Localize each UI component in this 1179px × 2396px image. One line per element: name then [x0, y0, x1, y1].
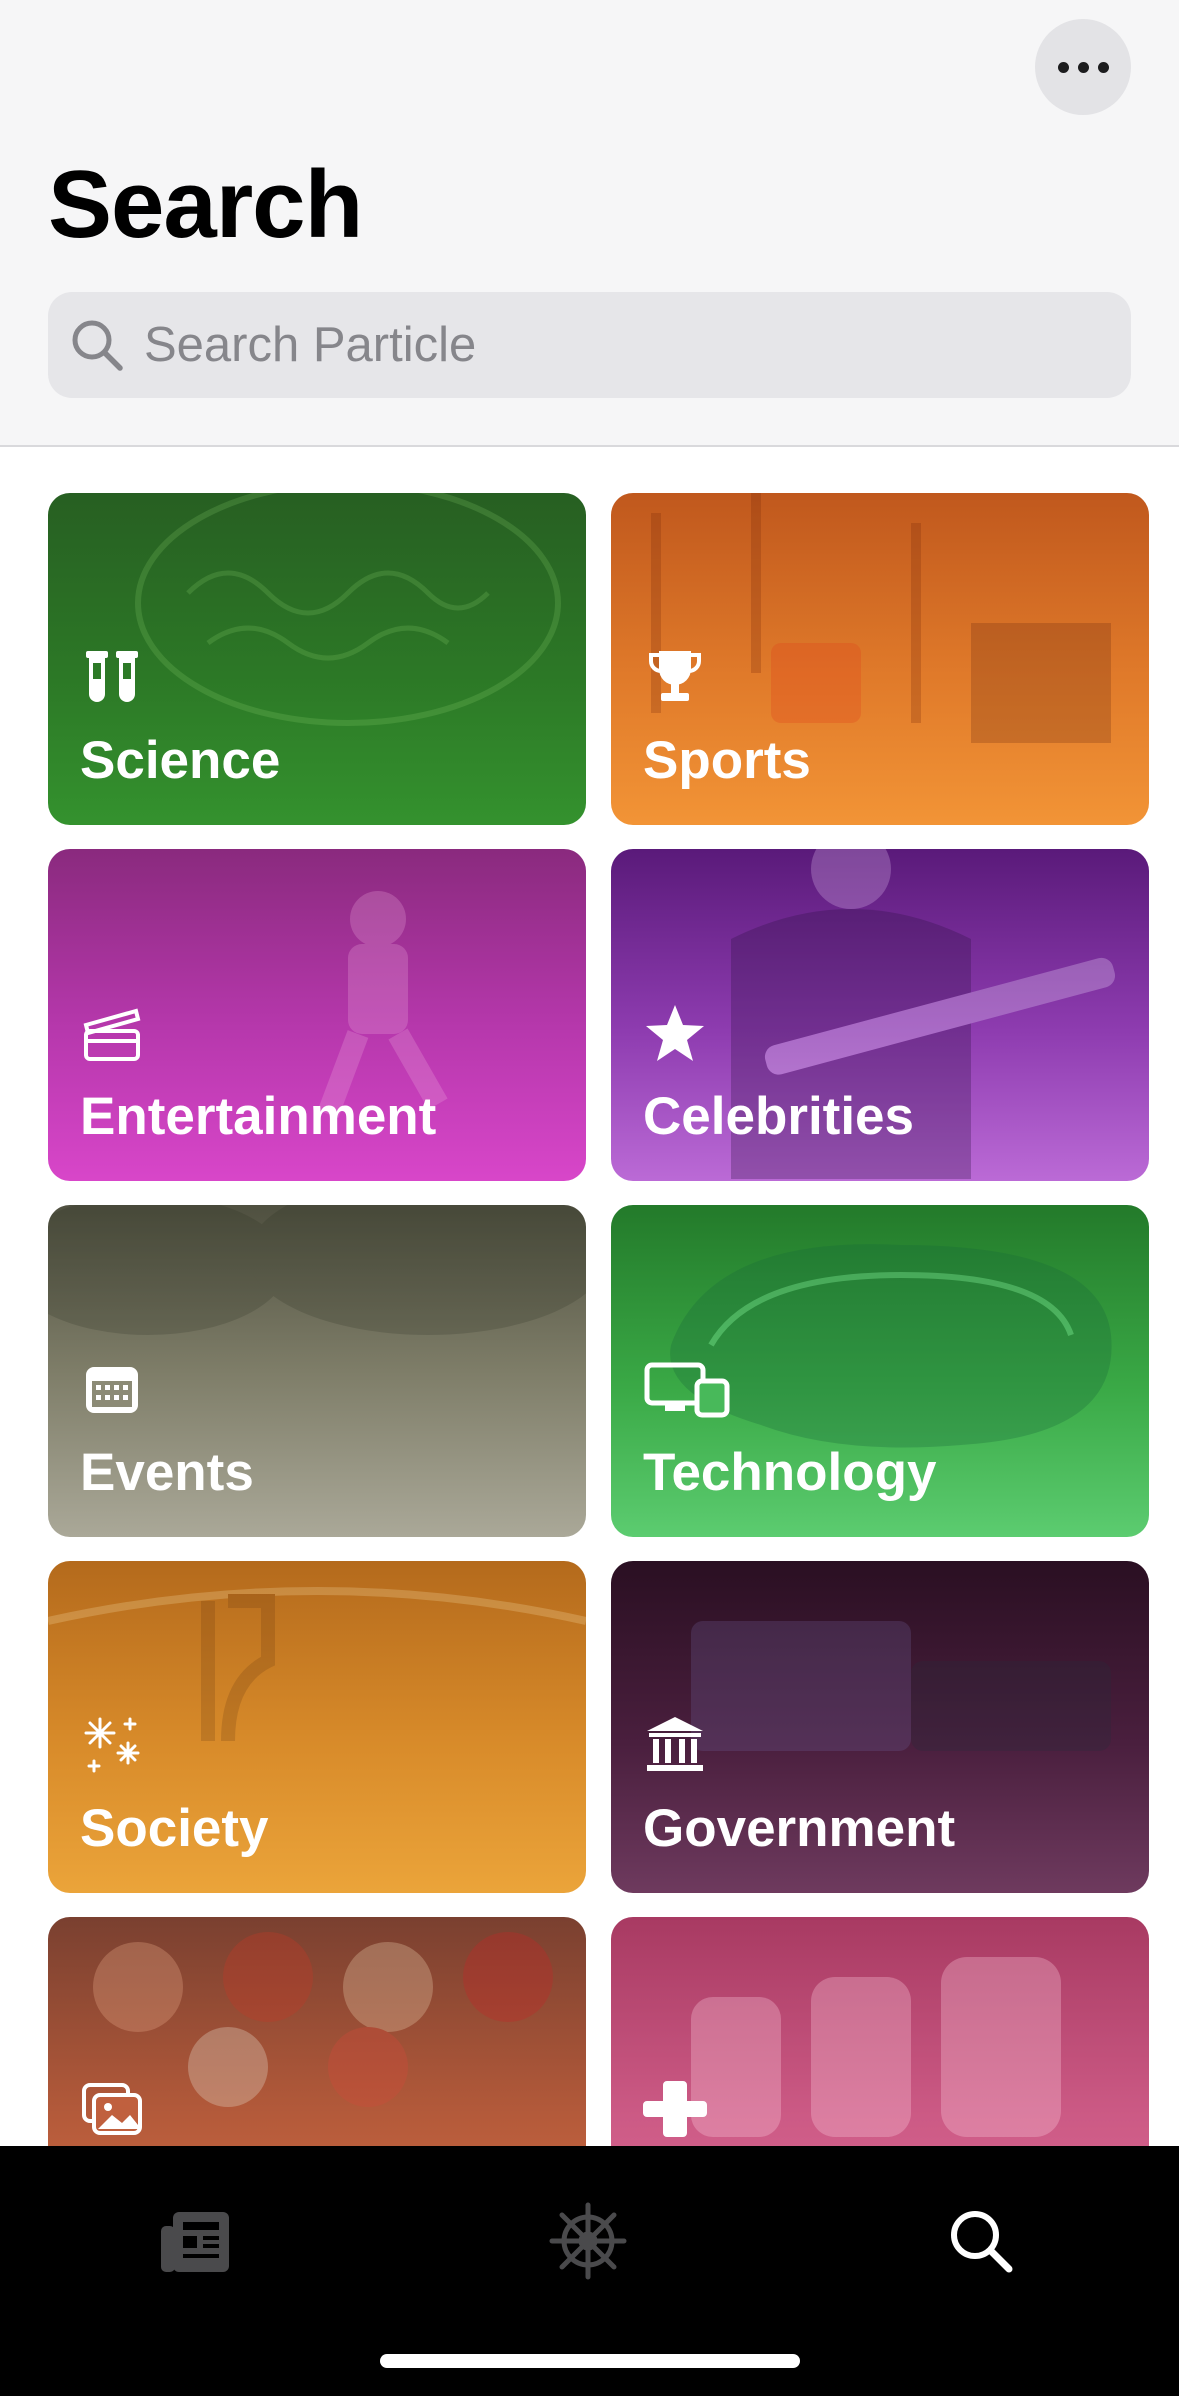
- category-label: Entertainment: [80, 1087, 437, 1146]
- tab-search[interactable]: [926, 2186, 1036, 2296]
- trophy-icon: [649, 651, 701, 701]
- bank-building-icon: [647, 1717, 703, 1771]
- photos-icon: [82, 2083, 142, 2135]
- category-label: Science: [80, 731, 281, 790]
- category-label: Celebrities: [643, 1087, 915, 1146]
- category-tile-entertainment[interactable]: Entertainment: [48, 849, 586, 1181]
- category-tile-science[interactable]: Science: [48, 493, 586, 825]
- category-label: Events: [80, 1443, 254, 1502]
- category-label: Technology: [643, 1443, 937, 1502]
- category-label: Society: [80, 1799, 269, 1858]
- search-field[interactable]: Search Particle: [48, 292, 1131, 398]
- newspaper-icon: [161, 2212, 229, 2272]
- devices-icon: [644, 1362, 730, 1418]
- category-tile-sports[interactable]: Sports: [611, 493, 1149, 825]
- header: Search Search Particle: [0, 0, 1179, 447]
- category-tile-celebrities[interactable]: Celebrities: [611, 849, 1149, 1181]
- ellipsis-icon: [1057, 61, 1109, 73]
- category-tile-health[interactable]: [611, 1917, 1149, 2147]
- tab-news[interactable]: [140, 2186, 250, 2296]
- home-indicator: [380, 2354, 800, 2368]
- category-tile-events[interactable]: Events: [48, 1205, 586, 1537]
- clapperboard-icon: [83, 1008, 141, 1061]
- category-tile-society[interactable]: Society: [48, 1561, 586, 1893]
- category-grid: Science Sports Entertainment Celebrities…: [0, 447, 1179, 2147]
- star-icon: [646, 1005, 704, 1061]
- page-title: Search: [48, 151, 363, 258]
- search-placeholder: Search Particle: [144, 318, 477, 372]
- sparkles-icon: [84, 1717, 140, 1773]
- magnifying-glass-icon: [72, 320, 123, 371]
- category-tile-photos[interactable]: [48, 1917, 586, 2147]
- test-tubes-icon: [86, 651, 138, 702]
- category-tile-technology[interactable]: Technology: [611, 1205, 1149, 1537]
- category-label: Sports: [643, 731, 811, 790]
- calendar-icon: [86, 1367, 138, 1413]
- helm-wheel-icon: [549, 2202, 627, 2280]
- category-label: Government: [643, 1799, 956, 1858]
- category-tile-government[interactable]: Government: [611, 1561, 1149, 1893]
- tab-explore[interactable]: [533, 2186, 643, 2296]
- more-options-button[interactable]: [1035, 19, 1131, 115]
- search-icon: [951, 2211, 1013, 2273]
- plus-cross-icon: [643, 2081, 707, 2137]
